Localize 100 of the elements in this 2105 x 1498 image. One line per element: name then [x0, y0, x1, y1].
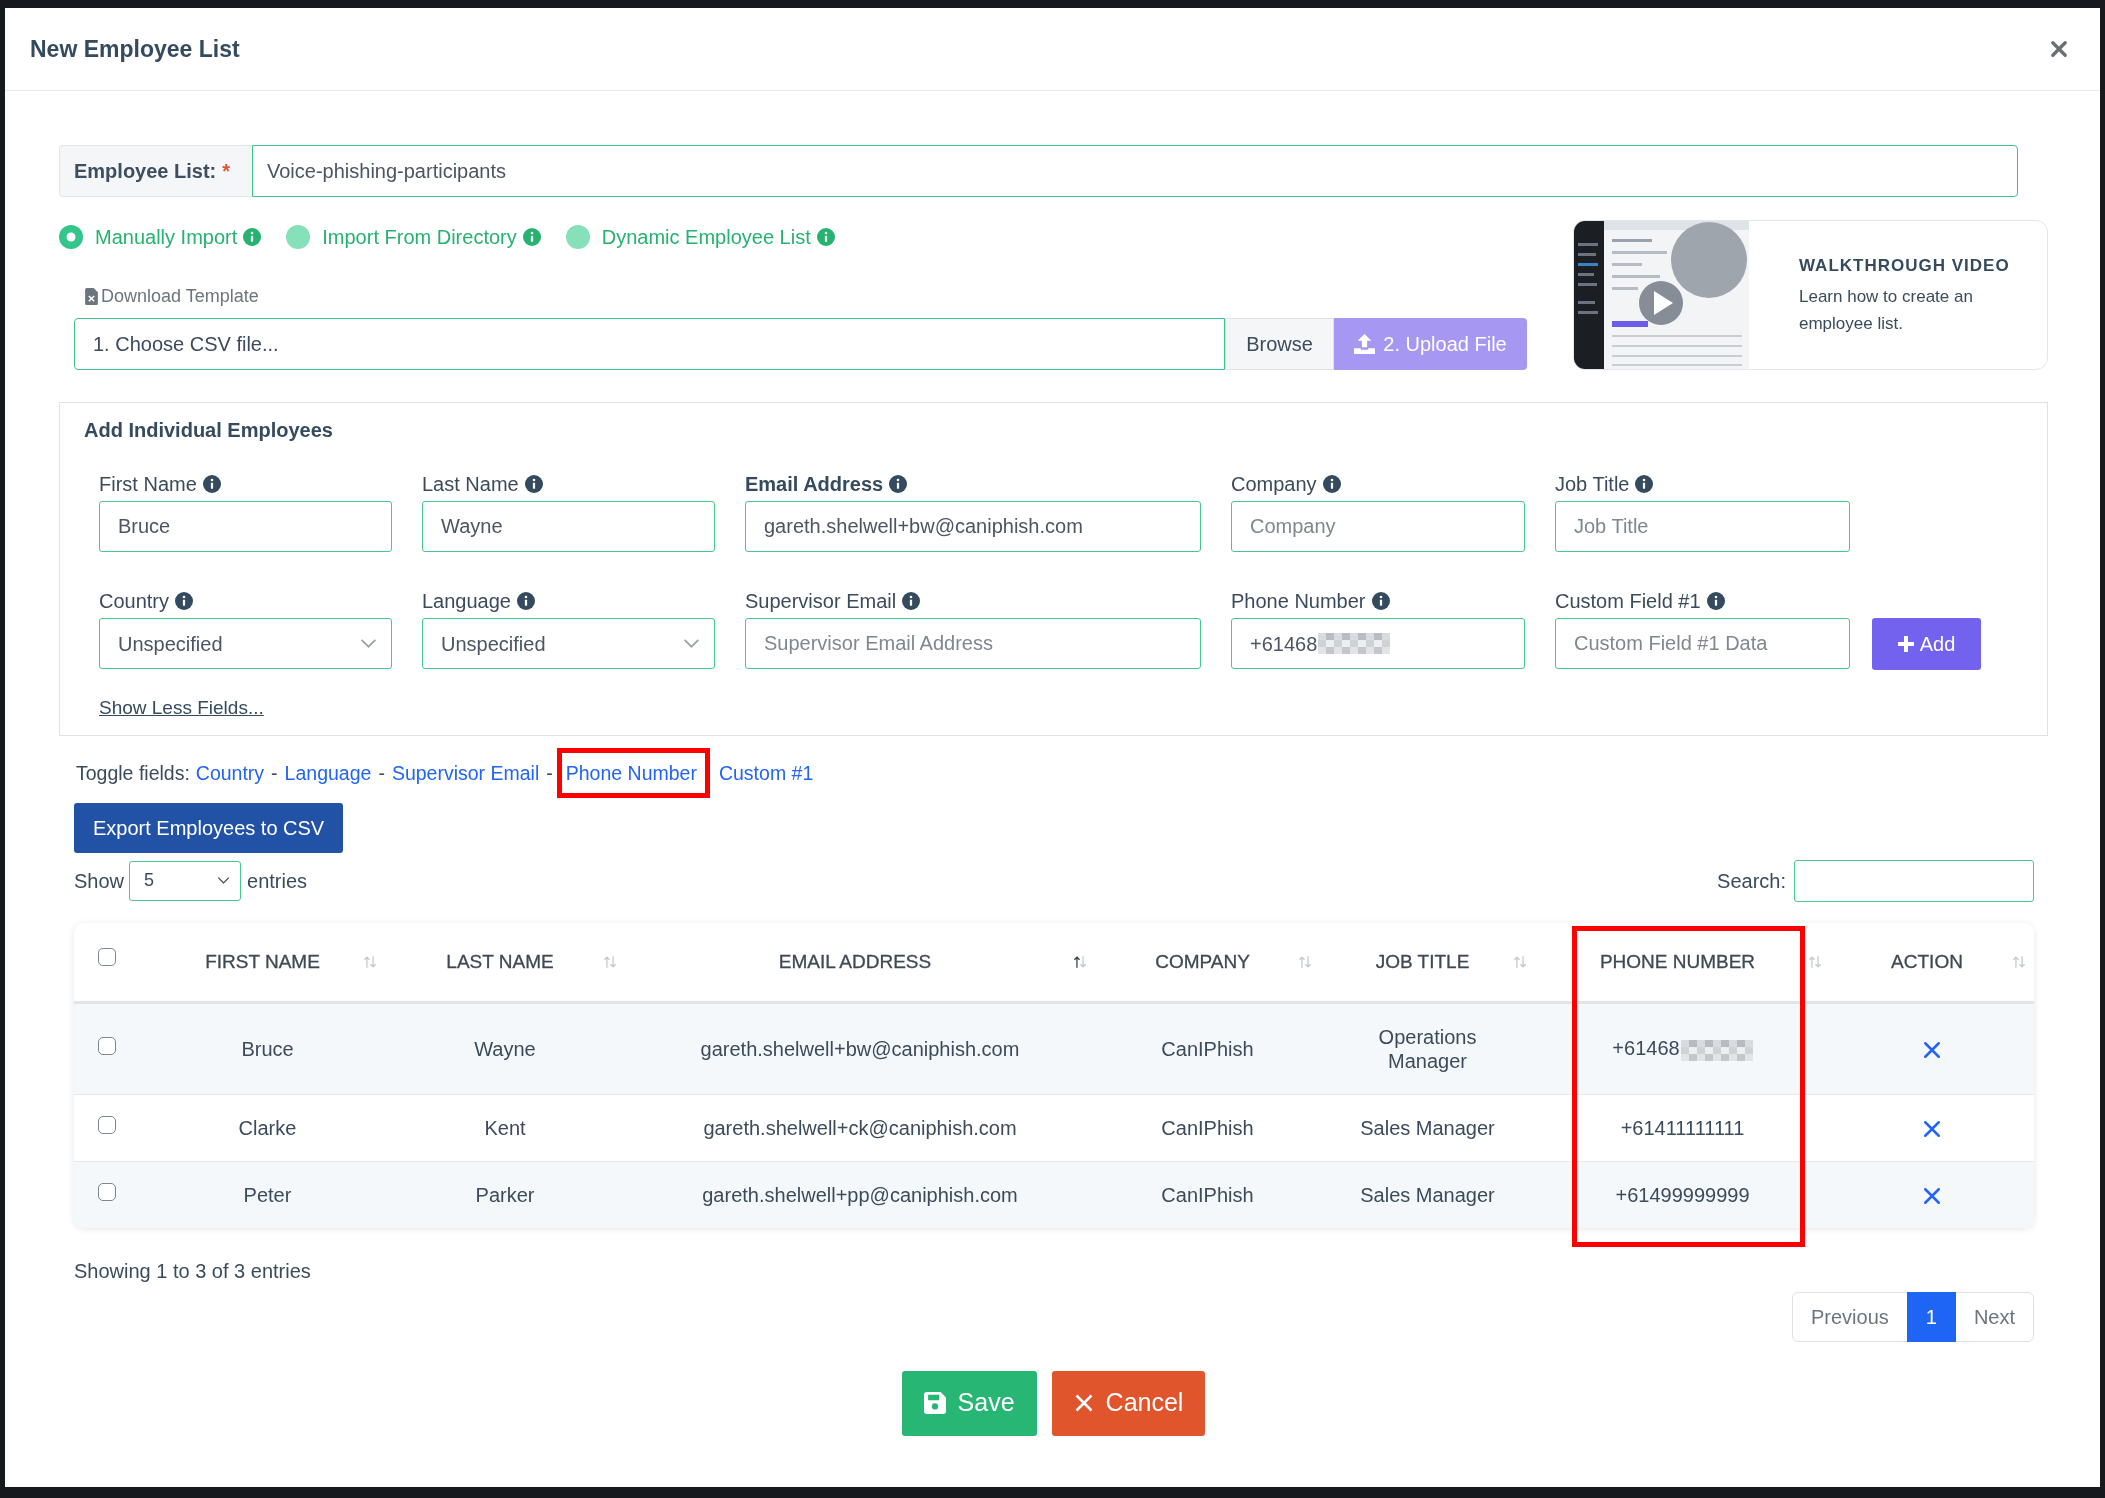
close-icon[interactable]: [2050, 40, 2068, 58]
radio-button[interactable]: [565, 225, 590, 249]
pagination-link[interactable]: 1: [1906, 1291, 1956, 1342]
text-input[interactable]: Wayne: [422, 501, 715, 552]
info-icon[interactable]: [902, 592, 921, 610]
table-cell: Clarke: [238, 1116, 297, 1139]
search-label: Search:: [1717, 868, 1786, 894]
column-header[interactable]: LAST NAME: [397, 947, 603, 976]
toggle-link[interactable]: Supervisor Email: [391, 762, 540, 784]
table-cell: CanIPhish: [1161, 1116, 1254, 1139]
info-icon[interactable]: [1706, 592, 1725, 610]
entries-select[interactable]: 5: [129, 860, 242, 901]
cross-icon[interactable]: [1923, 1120, 1941, 1139]
table-cell: CanIPhish: [1161, 1037, 1254, 1060]
table-cell: Sales Manager: [1360, 1182, 1495, 1207]
toggle-link[interactable]: Phone Number: [565, 762, 697, 784]
column-header[interactable]: COMPANY: [1107, 947, 1298, 976]
column-header[interactable]: FIRST NAME: [162, 947, 363, 976]
column-header[interactable]: PHONE NUMBER: [1547, 947, 1808, 976]
table-cell: gareth.shelwell+ck@caniphish.com: [703, 1116, 1017, 1139]
toggle-link[interactable]: Country: [195, 762, 265, 784]
text-input[interactable]: Supervisor Email Address: [745, 618, 1201, 669]
cross-icon[interactable]: [1923, 1187, 1941, 1206]
chevron-down-icon[interactable]: [360, 638, 377, 649]
row-checkbox[interactable]: [98, 1115, 116, 1134]
field-label: Language: [422, 589, 511, 613]
field-label: Last Name: [422, 472, 519, 496]
info-icon[interactable]: [889, 475, 908, 493]
file-icon[interactable]: [85, 287, 98, 305]
table-cell: Bruce: [241, 1037, 294, 1060]
text-input[interactable]: +61468: [1231, 618, 1525, 669]
video-card[interactable]: WALKTHROUGH VIDEO Learn how to create an employee list.: [1573, 220, 2048, 370]
text-input[interactable]: Custom Field #1 Data: [1555, 618, 1850, 669]
text-input[interactable]: Job Title: [1555, 501, 1850, 552]
info-icon[interactable]: [1635, 475, 1654, 493]
field-label: Employee List:: [74, 159, 217, 184]
table-cell: Peter: [243, 1183, 292, 1206]
info-icon[interactable]: [175, 592, 194, 610]
browse-button[interactable]: Browse: [1225, 318, 1334, 370]
info-icon[interactable]: [1322, 475, 1341, 493]
required-asterisk: *: [222, 159, 231, 184]
cancel-button[interactable]: Cancel: [1051, 1370, 1206, 1436]
field-label: First Name: [99, 472, 197, 496]
download-template-link[interactable]: Download Template: [101, 282, 259, 310]
text-input[interactable]: Company: [1231, 501, 1525, 552]
chevron-down-icon[interactable]: [217, 876, 231, 885]
info-icon[interactable]: [202, 475, 221, 493]
cross-icon[interactable]: [1923, 1041, 1941, 1060]
field-label: Custom Field #1: [1555, 589, 1701, 613]
toggle-link[interactable]: Custom #1: [718, 762, 814, 784]
table-cell: Sales Manager: [1360, 1115, 1495, 1140]
upload-icon: [1354, 334, 1376, 354]
select-all-checkbox[interactable]: [98, 947, 116, 966]
info-icon[interactable]: [524, 475, 543, 493]
show-less-link[interactable]: Show Less Fields...: [99, 696, 264, 720]
table-cell: Parker: [475, 1183, 535, 1206]
table-cell: gareth.shelwell+bw@caniphish.com: [700, 1037, 1020, 1060]
text-input[interactable]: gareth.shelwell+bw@caniphish.com: [745, 501, 1201, 552]
cross-icon: [1073, 1393, 1094, 1413]
add-button[interactable]: Add: [1872, 618, 1981, 670]
sort-icon[interactable]: [1073, 953, 1087, 970]
section-title: Add Individual Employees: [84, 418, 334, 442]
info-icon[interactable]: [517, 592, 535, 610]
table-cell: CanIPhish: [1161, 1183, 1254, 1206]
table-cell: Wayne: [474, 1037, 536, 1060]
search-input[interactable]: [1794, 859, 2034, 902]
field-label: Job Title: [1555, 472, 1630, 496]
separator-text: -: [378, 761, 385, 785]
row-checkbox[interactable]: [98, 1182, 116, 1201]
field-label: Company: [1231, 472, 1317, 496]
video-title: WALKTHROUGH VIDEO: [1799, 255, 2010, 278]
column-header[interactable]: ACTION: [1842, 947, 2012, 976]
chevron-down-icon[interactable]: [683, 638, 700, 649]
table-cell: +61499999999: [1615, 1183, 1750, 1206]
info-icon[interactable]: [1371, 592, 1390, 610]
toggle-link[interactable]: Language: [284, 762, 372, 784]
file-input-field[interactable]: 1. Choose CSV file...: [74, 318, 1225, 370]
entries-info: Showing 1 to 3 of 3 entries: [74, 1258, 312, 1283]
table-cell: Kent: [484, 1116, 526, 1139]
video-description: Learn how to create an employee list.: [1799, 285, 1974, 335]
column-header[interactable]: EMAIL ADDRESS: [637, 947, 1073, 976]
radio-button[interactable]: [59, 225, 83, 249]
column-header[interactable]: JOB TITLE: [1332, 947, 1513, 976]
field-label: Supervisor Email: [745, 589, 897, 613]
table-cell: +61468: [1612, 1037, 1680, 1060]
text-input[interactable]: Bruce: [99, 501, 392, 552]
field-label: Email Address: [745, 472, 884, 496]
table-cell-text: Operations Manager: [1377, 1024, 1478, 1073]
row-checkbox[interactable]: [98, 1036, 116, 1055]
plus-icon: [1897, 636, 1914, 652]
separator-text: -: [546, 761, 553, 785]
export-button[interactable]: Export Employees to CSV: [74, 803, 344, 853]
show-label: Show: [74, 868, 125, 894]
table-cell: gareth.shelwell+pp@caniphish.com: [702, 1183, 1018, 1206]
dropdown-select[interactable]: Unspecified: [422, 618, 715, 669]
table-cell: +61411111111: [1620, 1116, 1745, 1139]
dropdown-select[interactable]: Unspecified: [99, 618, 392, 669]
play-icon[interactable]: [1639, 281, 1683, 325]
text-input[interactable]: Voice-phishing-participants: [252, 145, 2018, 197]
radio-button[interactable]: [286, 225, 311, 249]
